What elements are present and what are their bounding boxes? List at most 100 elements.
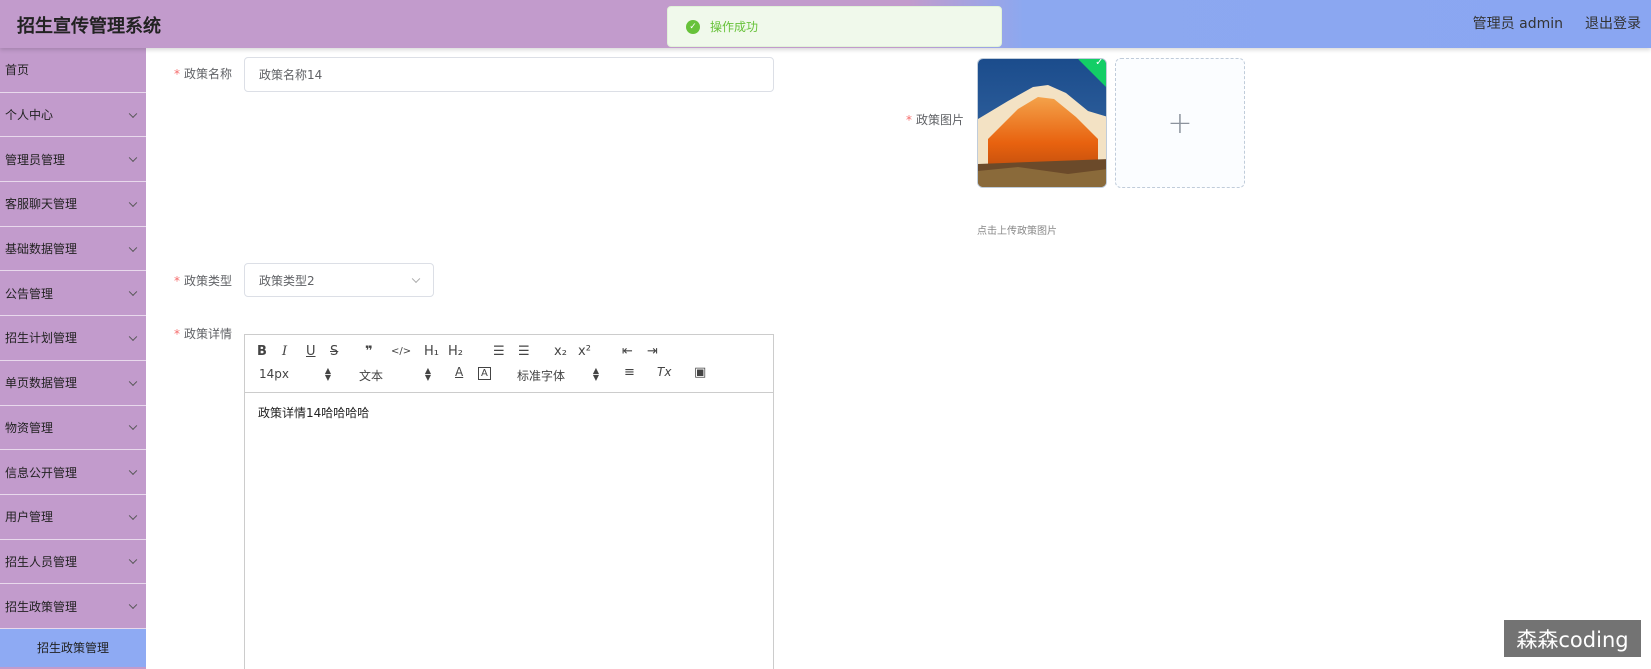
sidebar-item-label: 个人中心 (5, 108, 54, 123)
heading-2-button[interactable]: H₂ (448, 344, 463, 359)
label-text: 政策类型 (184, 274, 233, 288)
select-arrows-icon: ▲ ▼ (324, 366, 331, 382)
sidebar-item-admin-management[interactable]: 管理员管理 (0, 137, 146, 183)
add-image-button[interactable]: + (1115, 58, 1245, 188)
policy-type-label: * 政策类型 (174, 272, 232, 289)
sidebar-item-label: 基础数据管理 (5, 242, 78, 257)
chevron-down-icon (128, 153, 138, 163)
subscript-button[interactable]: x₂ (554, 344, 567, 359)
policy-image-label: * 政策图片 (906, 111, 964, 128)
sidebar-subitem-policy-management[interactable]: 招生政策管理 (0, 628, 146, 667)
required-mark: * (174, 67, 180, 81)
bold-button[interactable]: B (257, 344, 267, 359)
uploaded-policy-image[interactable]: ✓ (977, 58, 1107, 188)
italic-button[interactable]: I (282, 344, 287, 359)
chevron-down-icon (128, 421, 138, 431)
policy-type-select[interactable]: 政策类型2 (244, 263, 434, 297)
chevron-down-icon (128, 600, 138, 610)
chevron-down-icon (128, 198, 138, 207)
policy-detail-label: * 政策详情 (174, 325, 232, 342)
logout-link[interactable]: 退出登录 (1585, 13, 1641, 33)
sidebar-item-label: 招生计划管理 (5, 331, 78, 346)
chevron-down-icon (128, 332, 138, 342)
sidebar-item-personal-center[interactable]: 个人中心 (0, 93, 146, 138)
font-size-value: 14px (259, 367, 289, 381)
insert-image-button[interactable]: ▣ (694, 365, 706, 380)
font-size-select[interactable]: 14px ▲ ▼ (259, 366, 331, 382)
align-button[interactable]: ≡ (624, 365, 635, 380)
sidebar-item-single-page-data[interactable]: 单页数据管理 (0, 361, 146, 406)
code-block-button[interactable]: </> (391, 346, 411, 357)
sidebar-item-enrollment-plan[interactable]: 招生计划管理 (0, 316, 146, 361)
required-mark: * (174, 327, 180, 341)
ordered-list-button[interactable]: ☰ (493, 344, 505, 359)
sidebar-item-label: 公告管理 (5, 286, 54, 301)
sidebar-item-label: 单页数据管理 (5, 376, 78, 391)
outdent-button[interactable]: ⇤ (622, 344, 633, 359)
chevron-down-icon (128, 466, 138, 476)
paragraph-value: 文本 (359, 369, 384, 383)
superscript-button[interactable]: x² (578, 344, 591, 359)
blockquote-button[interactable]: ❞ (365, 344, 373, 359)
sidebar-item-label: 招生政策管理 (5, 599, 78, 614)
label-text: 政策图片 (916, 113, 965, 127)
editor-toolbar: B I U S ❞ </> H₁ H₂ ☰ ☰ x₂ x² ⇤ ⇥ 14px ▲ ▼… (245, 335, 773, 393)
select-arrows-icon: ▲ ▼ (424, 366, 431, 382)
policy-name-input[interactable]: 政策名称14 (244, 57, 774, 92)
strikethrough-button[interactable]: S (330, 344, 338, 359)
clear-format-button[interactable]: Tx (657, 365, 671, 379)
chevron-down-icon (128, 377, 138, 386)
watermark: 森森coding (1504, 620, 1641, 657)
sidebar: 首页 个人中心 管理员管理 客服聊天管理 基础数据管理 公告管理 招生计划管理 … (0, 48, 146, 669)
indent-button[interactable]: ⇥ (647, 344, 658, 359)
chevron-down-icon (128, 287, 138, 297)
sidebar-item-label: 客服聊天管理 (5, 197, 78, 212)
sidebar-item-label: 信息公开管理 (5, 465, 78, 480)
sidebar-item-label: 管理员管理 (5, 152, 66, 167)
sidebar-item-chat-management[interactable]: 客服聊天管理 (0, 182, 146, 227)
chevron-down-icon (128, 109, 138, 118)
toast-message: 操作成功 (710, 20, 759, 34)
sidebar-item-label: 招生人员管理 (5, 554, 78, 569)
sidebar-item-home[interactable]: 首页 (0, 48, 146, 93)
chevron-down-icon (128, 511, 138, 520)
header-user-area: 管理员 admin 退出登录 (1473, 13, 1641, 33)
sidebar-item-label: 用户管理 (5, 510, 54, 525)
font-family-value: 标准字体 (517, 369, 566, 383)
bullet-list-button[interactable]: ☰ (518, 344, 530, 359)
background-color-button[interactable]: A (478, 367, 491, 380)
sidebar-item-label: 物资管理 (5, 420, 54, 435)
mountain-image (978, 59, 1106, 187)
toolbar-row-2: 14px ▲ ▼ 文本 ▲ ▼ A A 标准字体 ▲ ▼ ≡ Tx ▣ (257, 364, 761, 385)
chevron-down-icon (128, 555, 138, 565)
sidebar-item-info-disclosure[interactable]: 信息公开管理 (0, 450, 146, 495)
rich-text-editor: B I U S ❞ </> H₁ H₂ ☰ ☰ x₂ x² ⇤ ⇥ 14px ▲ ▼… (244, 334, 774, 669)
sidebar-item-policies[interactable]: 招生政策管理 (0, 584, 146, 629)
chevron-down-icon (411, 274, 421, 284)
current-user: 管理员 admin (1472, 16, 1563, 32)
success-toast: ✓ 操作成功 (667, 6, 1002, 47)
chevron-down-icon (128, 243, 138, 252)
font-family-select[interactable]: 标准字体 ▲ ▼ (517, 367, 599, 384)
sidebar-item-announcements[interactable]: 公告管理 (0, 271, 146, 317)
sidebar-item-materials[interactable]: 物资管理 (0, 406, 146, 451)
required-mark: * (174, 274, 180, 288)
sidebar-item-users[interactable]: 用户管理 (0, 495, 146, 540)
sidebar-item-recruiters[interactable]: 招生人员管理 (0, 540, 146, 585)
required-mark: * (906, 113, 912, 127)
label-text: 政策名称 (184, 67, 233, 81)
heading-1-button[interactable]: H₁ (424, 344, 439, 359)
paragraph-format-select[interactable]: 文本 ▲ ▼ (359, 367, 431, 384)
plus-icon: + (1167, 105, 1193, 141)
success-check-icon: ✓ (686, 19, 700, 34)
sidebar-item-base-data[interactable]: 基础数据管理 (0, 227, 146, 272)
app-title: 招生宣传管理系统 (17, 16, 161, 37)
toolbar-row-1: B I U S ❞ </> H₁ H₂ ☰ ☰ x₂ x² ⇤ ⇥ (257, 343, 761, 364)
check-icon: ✓ (1095, 58, 1104, 69)
sidebar-item-label: 首页 (5, 63, 30, 78)
underline-button[interactable]: U (306, 344, 316, 359)
policy-name-label: * 政策名称 (174, 65, 232, 82)
text-color-button[interactable]: A (455, 365, 463, 379)
upload-tip: 点击上传政策图片 (977, 226, 1057, 237)
editor-content[interactable]: 政策详情14哈哈哈哈 (245, 393, 773, 432)
